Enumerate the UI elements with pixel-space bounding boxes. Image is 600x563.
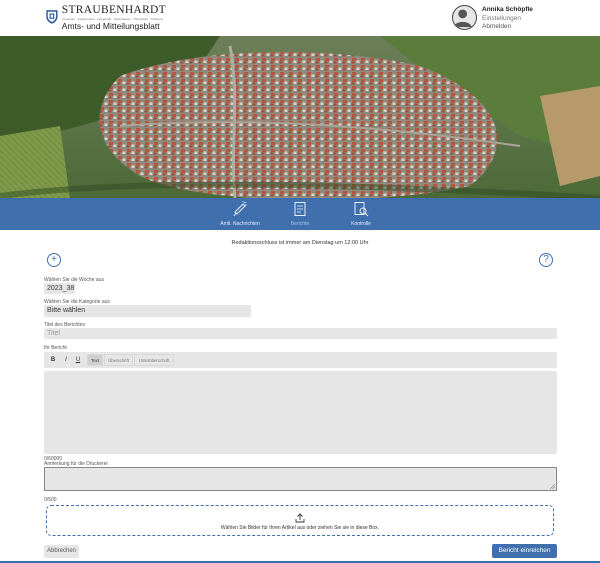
add-button[interactable]: + xyxy=(47,253,61,267)
italic-button[interactable]: I xyxy=(61,354,71,366)
editor-toolbar: B I U Text Überschrift Unterüberschrift xyxy=(44,352,557,368)
image-dropzone[interactable]: Wählen Sie Bilder für Ihren Artikel aus … xyxy=(46,505,554,536)
megaphone-icon xyxy=(233,201,247,217)
nav-label-review: Kontrolle xyxy=(351,221,371,227)
dropzone-text: Wählen Sie Bilder für Ihren Artikel aus … xyxy=(220,525,380,531)
category-select[interactable]: Bitte wählen xyxy=(44,305,251,317)
header: STRAUBENHARDT Conweiler · Feldrennach · … xyxy=(0,0,600,36)
user-name: Annika Schöpfle xyxy=(482,6,533,13)
upload-icon xyxy=(295,513,305,523)
plus-icon: + xyxy=(51,254,57,265)
cancel-button[interactable]: Abbrechen xyxy=(44,545,79,558)
nav-item-reports[interactable]: Berichte xyxy=(272,201,328,229)
format-text-button[interactable]: Text xyxy=(87,354,103,366)
submit-report-button[interactable]: Bericht einreichen xyxy=(492,544,557,558)
report-label: Ihr Bericht xyxy=(44,345,67,351)
title-input[interactable]: Titel xyxy=(44,328,557,339)
nav-label-official-news: Amtl. Nachrichten xyxy=(220,221,260,227)
nav-item-review[interactable]: Kontrolle xyxy=(333,201,389,229)
note-textarea[interactable] xyxy=(44,467,557,491)
format-subheading-button[interactable]: Unterüberschrift xyxy=(134,354,174,366)
brand-name: STRAUBENHARDT xyxy=(61,4,166,16)
week-select[interactable]: 2023_38 xyxy=(44,283,75,294)
user-icon xyxy=(453,9,472,28)
document-icon xyxy=(294,202,306,216)
nav-bar: Amtl. Nachrichten Berichte Kontrolle xyxy=(0,198,600,230)
crest-icon xyxy=(46,10,58,24)
note-counter: 0/500 xyxy=(44,497,57,503)
logo[interactable]: STRAUBENHARDT Conweiler · Feldrennach · … xyxy=(46,4,166,32)
resize-grip-icon[interactable] xyxy=(550,484,555,489)
bold-button[interactable]: B xyxy=(48,354,58,366)
aerial-town-illustration xyxy=(0,36,600,198)
deadline-notice: Redaktionsschluss ist immer am Dienstag … xyxy=(231,240,369,246)
nav-label-reports: Berichte xyxy=(290,221,310,227)
nav-item-official-news[interactable]: Amtl. Nachrichten xyxy=(212,201,268,229)
logout-link[interactable]: Abmelden xyxy=(482,23,511,30)
review-icon xyxy=(354,202,369,217)
underline-button[interactable]: U xyxy=(73,354,83,366)
avatar[interactable] xyxy=(452,5,477,30)
help-icon: ? xyxy=(543,254,549,265)
settings-link[interactable]: Einstellungen xyxy=(482,15,521,22)
hero-image xyxy=(0,36,600,198)
report-editor[interactable] xyxy=(44,371,557,454)
user-menu: Annika Schöpfle Einstellungen Abmelden xyxy=(452,5,592,31)
format-heading-button[interactable]: Überschrift xyxy=(104,354,133,366)
help-button[interactable]: ? xyxy=(539,253,553,267)
brand-subtitle: Amts- und Mitteilungsblatt xyxy=(61,21,160,31)
